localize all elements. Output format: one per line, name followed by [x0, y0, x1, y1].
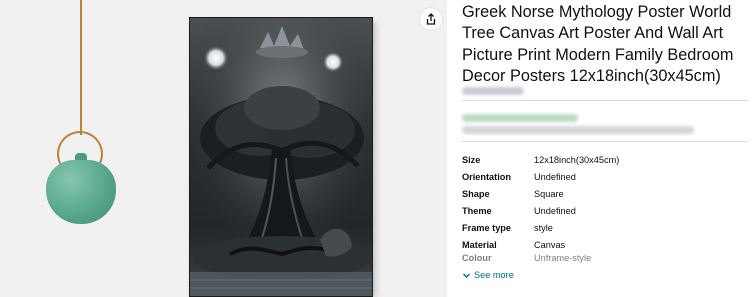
spec-row-material: Material Canvas — [462, 236, 752, 253]
divider — [462, 141, 748, 142]
spec-row-size: Size 12x18inch(30x45cm) — [462, 151, 752, 168]
spec-value: style — [534, 222, 553, 233]
redacted-price-detail — [462, 126, 694, 134]
spec-key: Size — [462, 154, 481, 165]
spec-row-frame-type: Frame type style — [462, 219, 752, 236]
spec-row-orientation: Orientation Undefined — [462, 168, 752, 185]
spec-key: Frame type — [462, 222, 512, 233]
spec-key: Material — [462, 239, 497, 250]
product-title: Greek Norse Mythology Poster World Tree … — [462, 3, 734, 85]
see-more-link[interactable]: See more — [462, 270, 514, 280]
spec-value: Canvas — [534, 239, 566, 250]
spec-row-shape: Shape Square — [462, 185, 752, 202]
spec-row-theme: Theme Undefined — [462, 202, 752, 219]
share-button[interactable] — [420, 8, 442, 30]
spec-row-colour: Colour Unframe-style — [462, 253, 752, 264]
redacted-price — [462, 114, 578, 122]
pendant-lamp-cord — [80, 0, 82, 135]
poster-artwork — [189, 17, 373, 297]
world-tree-illustration — [190, 18, 372, 296]
spec-value: Unframe-style — [534, 253, 592, 263]
spec-value: Undefined — [534, 205, 576, 216]
see-more-label: See more — [474, 270, 514, 280]
spec-key: Colour — [462, 253, 492, 263]
spec-key: Theme — [462, 205, 492, 216]
product-details: Greek Norse Mythology Poster World Tree … — [462, 0, 756, 297]
spec-table: Size 12x18inch(30x45cm) Orientation Unde… — [462, 151, 752, 264]
spec-value: Undefined — [534, 171, 576, 182]
spec-key: Shape — [462, 188, 490, 199]
redacted-rating — [462, 87, 524, 95]
share-icon — [426, 13, 436, 25]
divider — [462, 100, 748, 101]
chevron-down-icon — [463, 273, 470, 278]
spec-value: Square — [534, 188, 564, 199]
spec-key: Orientation — [462, 171, 512, 182]
product-image-panel[interactable] — [0, 0, 447, 297]
spec-value: 12x18inch(30x45cm) — [534, 154, 620, 165]
pendant-lamp-shade — [46, 160, 116, 224]
